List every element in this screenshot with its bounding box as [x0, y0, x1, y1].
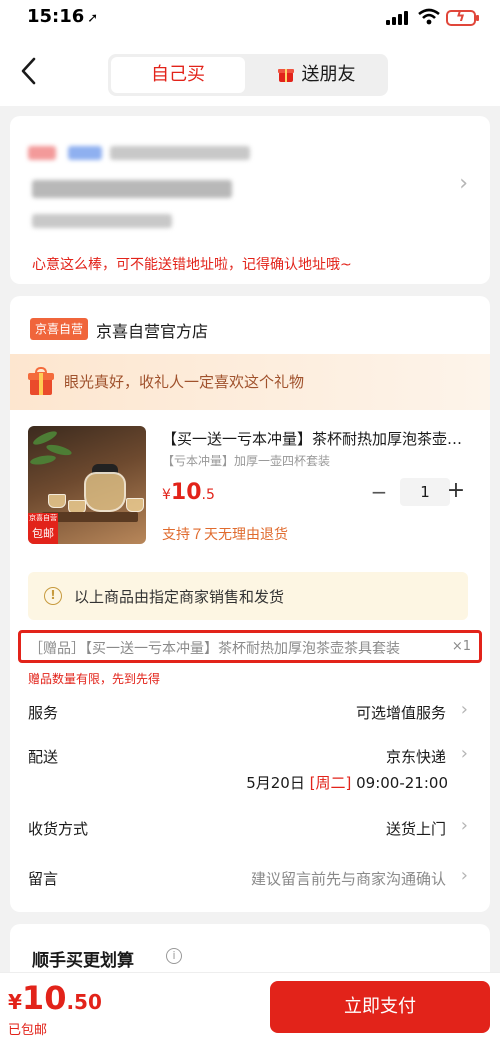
info-icon: !	[44, 587, 62, 605]
checkout-bar: ¥10.50 已包邮 立即支付	[0, 972, 500, 1045]
shop-name[interactable]: 京喜自营官方店	[96, 318, 208, 342]
chevron-right-icon: ›	[459, 171, 468, 196]
address-card[interactable]: › 心意这么棒，可不能送错地址啦，记得确认地址哦~	[10, 116, 490, 284]
shop-badge: 京喜自营	[30, 318, 89, 340]
back-button[interactable]	[14, 54, 44, 88]
gift-limit-note: 赠品数量有限，先到先得	[28, 672, 161, 686]
delivery-window: 09:00-21:00	[356, 774, 448, 792]
wifi-icon	[418, 8, 440, 25]
status-time-text: 15:16	[27, 6, 85, 27]
service-value[interactable]: 可选增值服务	[356, 702, 446, 723]
recommend-title: 顺手买更划算	[32, 951, 134, 971]
chevron-right-icon: ›	[460, 743, 468, 764]
delivery-label: 配送	[28, 748, 59, 766]
seller-notice: ! 以上商品由指定商家销售和发货	[28, 572, 468, 620]
gift-item-text: ［赠品］【买一送一亏本冲量】茶杯耐热加厚泡茶壶茶具套装	[29, 641, 400, 657]
address-blur	[110, 146, 250, 160]
address-blur	[68, 146, 102, 160]
mode-switch: 自己买 送朋友	[108, 54, 388, 96]
tab-send-to-friend-label: 送朋友	[301, 64, 356, 85]
return-policy: 支持７天无理由退货	[162, 527, 288, 543]
nav-bar: 自己买 送朋友	[0, 36, 500, 106]
message-input[interactable]: 建议留言前先与商家沟通确认	[251, 868, 446, 889]
gift-item-qty: ×1	[451, 639, 471, 654]
quantity-field[interactable]: 1	[400, 478, 450, 506]
total-symbol: ¥	[8, 990, 22, 1014]
total-price: ¥10.50	[8, 979, 102, 1017]
tab-buy-for-self[interactable]: 自己买	[111, 57, 245, 93]
total-decimal: .50	[66, 990, 102, 1014]
total-integer: 10	[21, 979, 67, 1017]
shipping-note: 已包邮	[8, 1023, 48, 1038]
service-label: 服务	[28, 704, 59, 722]
location-arrow-icon: ➚	[87, 11, 99, 26]
quantity-increase-button[interactable]: +	[446, 478, 466, 503]
pay-now-button[interactable]: 立即支付	[270, 981, 490, 1033]
address-blur	[32, 214, 172, 228]
chevron-right-icon: ›	[460, 699, 468, 720]
quantity-decrease-button[interactable]: −	[370, 480, 388, 504]
price-symbol: ¥	[162, 487, 171, 503]
gift-banner: 眼光真好，收礼人一定喜欢这个礼物	[10, 354, 490, 410]
seller-notice-text: 以上商品由指定商家销售和发货	[74, 588, 285, 606]
address-blur	[28, 146, 56, 160]
chevron-right-icon: ›	[460, 815, 468, 836]
delivery-time[interactable]: 5月20日 [周二] 09:00-21:00	[246, 772, 448, 793]
gift-item-row[interactable]: ［赠品］【买一送一亏本冲量】茶杯耐热加厚泡茶壶茶具套装 ×1	[18, 630, 482, 663]
delivery-value[interactable]: 京东快递	[386, 746, 446, 767]
receive-label: 收货方式	[28, 820, 89, 838]
product-title[interactable]: 【买一送一亏本冲量】茶杯耐热加厚泡茶壶茶具套装	[162, 428, 474, 449]
status-time: 15:16 ➚	[27, 6, 98, 27]
image-tag-top: 京喜自营	[28, 513, 58, 524]
gift-box-icon	[28, 367, 54, 395]
order-card: 京喜自营 京喜自营官方店 眼光真好，收礼人一定喜欢这个礼物 京喜自营 包邮 【买…	[10, 296, 490, 912]
gift-banner-text: 眼光真好，收礼人一定喜欢这个礼物	[64, 373, 305, 391]
message-label: 留言	[28, 870, 59, 888]
delivery-date: 5月20日	[246, 774, 305, 792]
tab-send-to-friend[interactable]: 送朋友	[248, 57, 385, 93]
product-image[interactable]: 京喜自营 包邮	[28, 426, 146, 544]
product-spec[interactable]: 【亏本冲量】加厚一壶四杯套装	[162, 452, 330, 469]
price-integer: 10	[170, 480, 202, 505]
address-note: 心意这么棒，可不能送错地址啦，记得确认地址哦~	[32, 257, 352, 273]
info-icon[interactable]: i	[166, 948, 182, 964]
chevron-left-icon	[21, 57, 36, 85]
signal-icon	[386, 11, 410, 25]
status-bar: 15:16 ➚ ϟ	[0, 0, 500, 36]
address-blur	[32, 180, 232, 198]
gift-icon	[277, 66, 294, 82]
receive-value[interactable]: 送货上门	[386, 818, 446, 839]
price-decimal: .5	[201, 487, 215, 503]
chevron-right-icon: ›	[460, 865, 468, 886]
image-tag-bottom: 包邮	[28, 524, 58, 544]
battery-icon: ϟ	[446, 9, 479, 26]
delivery-weekday: [周二]	[309, 774, 352, 792]
product-price: ¥10.5	[162, 480, 215, 505]
